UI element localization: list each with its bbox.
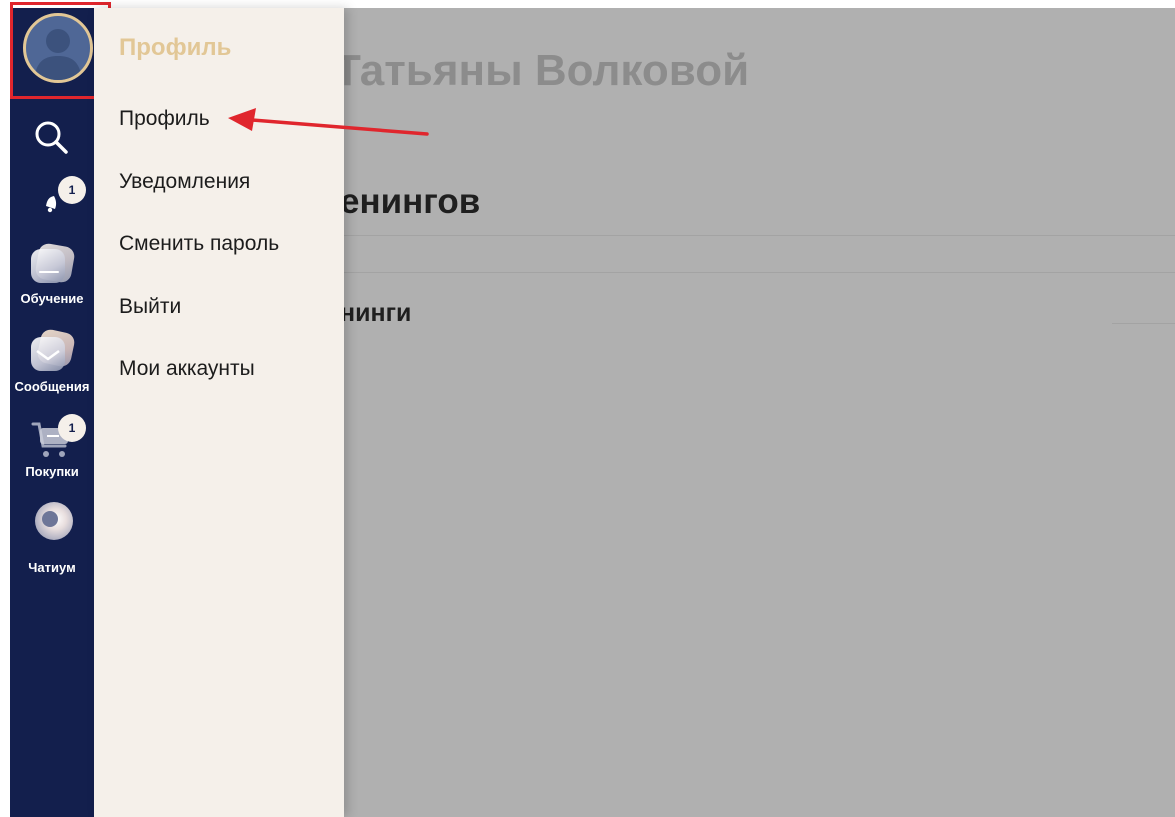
user-silhouette-icon: [34, 29, 82, 80]
sidebar-item-label: Сообщения: [14, 379, 90, 394]
subsection-divider: [1112, 323, 1175, 324]
search-icon: [35, 121, 68, 154]
section-heading: енингов: [340, 182, 481, 221]
sidebar-item-chatium[interactable]: Чатиум: [10, 498, 94, 575]
section-divider: [340, 235, 1175, 236]
menu-item-profile[interactable]: Профиль: [119, 107, 210, 131]
menu-item-logout[interactable]: Выйти: [119, 295, 181, 319]
menu-title: Профиль: [119, 34, 232, 61]
menu-item-change-password[interactable]: Сменить пароль: [119, 232, 279, 256]
notification-badge: 1: [58, 176, 86, 204]
sidebar-item-search[interactable]: [10, 118, 94, 158]
sidebar-item-purchases[interactable]: 1 Покупки: [10, 414, 94, 479]
sidebar-item-label: Обучение: [20, 291, 84, 306]
purchases-badge: 1: [58, 414, 86, 442]
sidebar-item-messages[interactable]: Сообщения: [10, 327, 94, 394]
menu-item-my-accounts[interactable]: Мои аккаунты: [119, 357, 255, 381]
chatium-icon: [29, 498, 75, 548]
section-divider: [340, 272, 1175, 273]
messages-icon: [29, 327, 77, 375]
learning-icon: [29, 242, 76, 287]
profile-menu: Профиль Профиль Уведомления Сменить паро…: [94, 8, 344, 817]
page-title: Татьяны Волковой: [334, 46, 750, 95]
avatar[interactable]: [23, 13, 93, 83]
menu-item-notifications[interactable]: Уведомления: [119, 170, 250, 194]
sidebar-rail: 1 Обучение Сообщения 1 Покупки Чатиум: [10, 2, 111, 817]
sidebar-item-label: Чатиум: [28, 560, 76, 575]
subsection-heading: нинги: [340, 299, 412, 327]
sidebar-item-notifications[interactable]: 1: [10, 176, 94, 215]
sidebar-item-learning[interactable]: Обучение: [10, 242, 94, 306]
sidebar-item-label: Покупки: [25, 464, 79, 479]
